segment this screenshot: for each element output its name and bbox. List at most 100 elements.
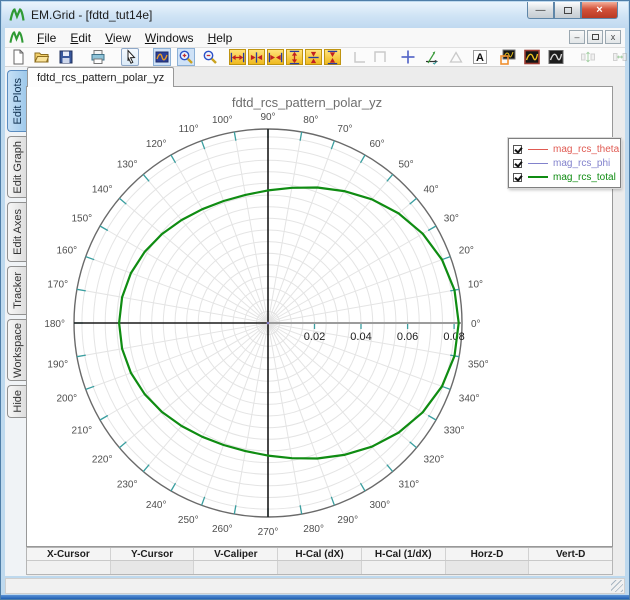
plot-thumbnail-button[interactable] — [499, 48, 517, 66]
svg-text:50°: 50° — [399, 160, 414, 171]
svg-text:250°: 250° — [178, 515, 199, 526]
resize-grip[interactable] — [611, 580, 623, 592]
sidebar-tab-edit-graph[interactable]: Edit Graph — [7, 136, 27, 198]
plot-style-dark-button[interactable] — [523, 48, 541, 66]
legend-checkbox[interactable] — [513, 159, 522, 168]
fit-to-window-button[interactable] — [153, 48, 171, 66]
frame-corner-right-button[interactable] — [371, 48, 389, 66]
svg-text:140°: 140° — [92, 185, 113, 196]
maximize-button[interactable] — [554, 2, 581, 19]
zoom-out-button[interactable] — [201, 48, 219, 66]
expand-y-button[interactable] — [286, 49, 303, 65]
svg-text:350°: 350° — [468, 359, 489, 370]
compress-x-button[interactable] — [267, 49, 284, 65]
legend-label: mag_rcs_total — [553, 172, 616, 183]
close-button[interactable]: × — [581, 2, 618, 19]
menu-view[interactable]: View — [98, 29, 138, 47]
sidebar-tab-edit-axes[interactable]: Edit Axes — [7, 202, 27, 262]
svg-text:230°: 230° — [117, 480, 138, 491]
svg-text:10°: 10° — [468, 280, 483, 291]
legend-entry-mag_rcs_theta[interactable]: mag_rcs_theta — [513, 142, 616, 156]
readout-header-row: X-CursorY-CursorV-CaliperH-Cal (dX)H-Cal… — [27, 548, 612, 561]
svg-text:240°: 240° — [146, 500, 167, 511]
legend-entry-mag_rcs_phi[interactable]: mag_rcs_phi — [513, 156, 616, 170]
mdi-close-button[interactable]: x — [605, 30, 621, 44]
readout-value-cell — [529, 561, 612, 574]
svg-text:180°: 180° — [44, 319, 65, 330]
frame-corner-left-button[interactable] — [351, 48, 369, 66]
svg-text:80°: 80° — [303, 115, 318, 126]
svg-text:70°: 70° — [337, 124, 352, 135]
status-bar — [5, 578, 625, 594]
readout-column-header: Y-Cursor — [111, 548, 195, 560]
menu-edit[interactable]: Edit — [63, 29, 98, 47]
sidebar-tab-edit-plots[interactable]: Edit Plots — [7, 70, 27, 132]
open-file-button[interactable] — [33, 48, 51, 66]
legend-checkbox[interactable] — [513, 173, 522, 182]
sidebar-tab-label: Workspace — [12, 323, 24, 378]
horizontal-spacing-button[interactable] — [611, 48, 629, 66]
svg-text:120°: 120° — [146, 139, 167, 150]
zoom-in-button[interactable] — [177, 48, 195, 66]
readout-value-cell — [362, 561, 446, 574]
application-window: EM.Grid - [fdtd_tut14e] — × FileEditView… — [0, 0, 630, 600]
legend-label: mag_rcs_phi — [553, 158, 610, 169]
sidebar: Edit Plots Edit Graph Edit Axes Tracker Work… — [5, 67, 27, 576]
menu-windows[interactable]: Windows — [138, 29, 201, 47]
expand-x-button[interactable] — [229, 49, 246, 65]
readout-column-header: H-Cal (1/dX) — [362, 548, 446, 560]
svg-text:0.06: 0.06 — [397, 331, 418, 343]
print-button[interactable] — [89, 48, 107, 66]
document-tab-label: fdtd_rcs_pattern_polar_yz — [37, 72, 164, 84]
legend: mag_rcs_theta mag_rcs_phi mag_rcs_total — [508, 138, 621, 188]
svg-text:0.02: 0.02 — [304, 331, 325, 343]
legend-entry-mag_rcs_total[interactable]: mag_rcs_total — [513, 170, 616, 184]
save-file-button[interactable] — [57, 48, 75, 66]
maximize-icon — [564, 7, 572, 14]
select-cursor-button[interactable] — [121, 48, 139, 66]
menu-bar: FileEditViewWindowsHelp – x — [5, 28, 625, 48]
legend-line-sample — [528, 149, 548, 150]
readout-value-cell — [446, 561, 530, 574]
app-logo-icon — [9, 7, 25, 23]
sidebar-tab-hide[interactable]: Hide — [7, 385, 27, 418]
svg-text:320°: 320° — [424, 455, 445, 466]
toolbar: A Layout — [5, 48, 625, 67]
sidebar-tab-workspace[interactable]: Workspace — [7, 319, 27, 381]
mdi-minimize-button[interactable]: – — [569, 30, 585, 44]
svg-text:90°: 90° — [260, 112, 275, 123]
svg-text:310°: 310° — [399, 480, 420, 491]
menu-file[interactable]: File — [30, 29, 63, 47]
svg-text:110°: 110° — [179, 124, 199, 135]
marker-triangle-button[interactable] — [447, 48, 465, 66]
vertical-spacing-button[interactable] — [579, 48, 597, 66]
window-title: EM.Grid - [fdtd_tut14e] — [31, 8, 152, 22]
document-tab[interactable]: fdtd_rcs_pattern_polar_yz — [27, 67, 174, 87]
svg-text:0°: 0° — [471, 319, 481, 330]
compress-y-button[interactable] — [324, 49, 341, 65]
readout-column-header: X-Cursor — [27, 548, 111, 560]
svg-text:190°: 190° — [47, 359, 68, 370]
crosshair-button[interactable] — [399, 48, 417, 66]
legend-checkbox[interactable] — [513, 145, 522, 154]
minimize-button[interactable]: — — [527, 2, 554, 19]
cursor-readout-table: X-CursorY-CursorV-CaliperH-Cal (dX)H-Cal… — [26, 547, 613, 575]
readout-column-header: H-Cal (dX) — [278, 548, 362, 560]
center-y-button[interactable] — [305, 49, 322, 65]
text-annotation-button[interactable]: A — [471, 48, 489, 66]
readout-column-header: V-Caliper — [194, 548, 278, 560]
svg-text:20°: 20° — [459, 246, 474, 257]
plot-style-alt-button[interactable] — [547, 48, 565, 66]
menu-help[interactable]: Help — [201, 29, 240, 47]
svg-text:210°: 210° — [72, 426, 93, 437]
center-x-button[interactable] — [248, 49, 265, 65]
axes-tool-button[interactable] — [423, 48, 441, 66]
svg-text:260°: 260° — [212, 524, 233, 535]
mdi-restore-button[interactable] — [587, 30, 603, 44]
sidebar-tab-tracker[interactable]: Tracker — [7, 266, 27, 315]
sidebar-tab-label: Edit Graph — [12, 141, 24, 194]
svg-text:200°: 200° — [57, 393, 78, 404]
new-file-button[interactable] — [9, 48, 27, 66]
svg-text:160°: 160° — [57, 246, 78, 257]
readout-value-cell — [194, 561, 278, 574]
